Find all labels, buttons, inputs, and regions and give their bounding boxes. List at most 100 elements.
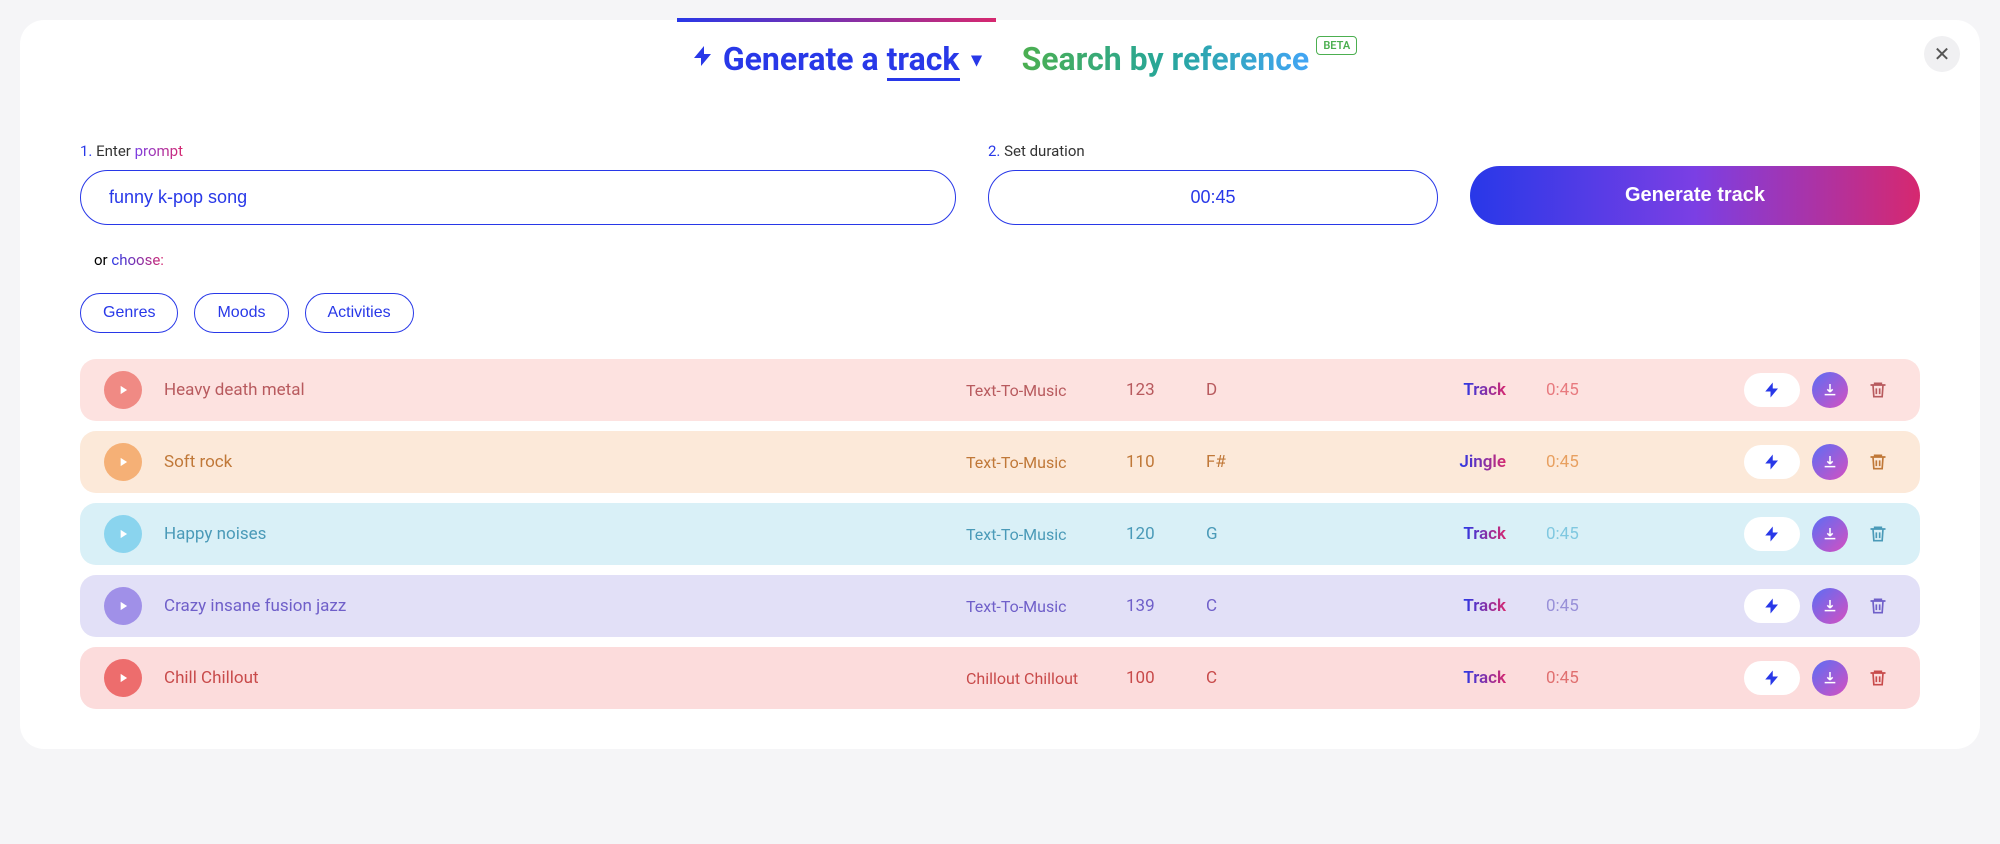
track-tags: Text-To-Music [966,453,1126,472]
chip-genres[interactable]: Genres [80,293,178,333]
bolt-icon [1763,453,1781,471]
download-button[interactable] [1812,372,1848,408]
bolt-icon [1763,525,1781,543]
track-bpm: 110 [1126,452,1206,472]
track-row: Chill Chillout Chillout Chillout 100 C T… [80,647,1920,709]
track-kind: Jingle [1286,452,1546,472]
track-key: C [1206,668,1286,688]
prompt-label: 1. Enter prompt [80,142,956,160]
play-icon [116,383,130,397]
track-duration: 0:45 [1546,452,1666,472]
track-key: F# [1206,452,1286,472]
track-duration: 0:45 [1546,524,1666,544]
play-button[interactable] [104,587,142,625]
track-kind: Track [1286,380,1546,400]
download-button[interactable] [1812,660,1848,696]
play-button[interactable] [104,371,142,409]
delete-button[interactable] [1860,588,1896,624]
track-actions [1666,516,1896,552]
delete-button[interactable] [1860,444,1896,480]
track-title: Happy noises [164,524,966,544]
trash-icon [1868,524,1888,544]
form-row: 1. Enter prompt 2. Set duration Generate… [80,138,1920,225]
delete-button[interactable] [1860,516,1896,552]
tab-generate[interactable]: Generate a track ▾ [691,40,982,78]
beta-badge: BETA [1316,36,1357,55]
track-tags: Text-To-Music [966,525,1126,544]
track-actions [1666,372,1896,408]
track-title: Crazy insane fusion jazz [164,596,966,616]
tab-generate-underline: track [887,40,960,81]
download-icon [1822,454,1838,470]
download-button[interactable] [1812,588,1848,624]
trash-icon [1868,596,1888,616]
play-icon [116,599,130,613]
track-title: Soft rock [164,452,966,472]
duration-input[interactable] [988,170,1438,225]
prompt-input[interactable] [80,170,956,225]
track-title: Heavy death metal [164,380,966,400]
download-icon [1822,598,1838,614]
bolt-icon [1763,597,1781,615]
duration-field: 2. Set duration [988,142,1438,225]
remix-button[interactable] [1744,445,1800,479]
trash-icon [1868,668,1888,688]
track-actions [1666,444,1896,480]
track-key: D [1206,380,1286,400]
chevron-down-icon: ▾ [972,47,982,71]
track-tags: Text-To-Music [966,597,1126,616]
play-icon [116,527,130,541]
play-icon [116,671,130,685]
track-actions [1666,588,1896,624]
track-tags: Text-To-Music [966,381,1126,400]
generate-field: Generate track [1470,138,1920,225]
close-icon: ✕ [1934,42,1951,67]
or-choose-label: or choose: [94,251,1920,269]
track-bpm: 120 [1126,524,1206,544]
download-button[interactable] [1812,444,1848,480]
track-title: Chill Chillout [164,668,966,688]
track-key: C [1206,596,1286,616]
play-button[interactable] [104,443,142,481]
tab-generate-label: Generate a [723,40,887,78]
download-icon [1822,382,1838,398]
bolt-icon [1763,381,1781,399]
tabs: Generate a track ▾ Search by reference B… [80,40,1920,78]
track-duration: 0:45 [1546,668,1666,688]
prompt-field: 1. Enter prompt [80,142,956,225]
chip-activities[interactable]: Activities [305,293,414,333]
remix-button[interactable] [1744,517,1800,551]
remix-button[interactable] [1744,661,1800,695]
track-duration: 0:45 [1546,380,1666,400]
track-duration: 0:45 [1546,596,1666,616]
bolt-icon [691,40,715,78]
play-button[interactable] [104,515,142,553]
track-row: Soft rock Text-To-Music 110 F# Jingle 0:… [80,431,1920,493]
track-kind: Track [1286,596,1546,616]
chips: Genres Moods Activities [80,293,1920,333]
track-key: G [1206,524,1286,544]
download-icon [1822,670,1838,686]
close-button[interactable]: ✕ [1924,36,1960,72]
duration-label: 2. Set duration [988,142,1438,160]
bolt-icon [1763,669,1781,687]
generate-track-button[interactable]: Generate track [1470,166,1920,225]
tab-search[interactable]: Search by reference BETA [1022,40,1310,78]
track-kind: Track [1286,524,1546,544]
delete-button[interactable] [1860,372,1896,408]
track-kind: Track [1286,668,1546,688]
track-row: Heavy death metal Text-To-Music 123 D Tr… [80,359,1920,421]
download-button[interactable] [1812,516,1848,552]
remix-button[interactable] [1744,373,1800,407]
track-tags: Chillout Chillout [966,669,1126,688]
generate-modal: ✕ Generate a track ▾ Search by reference… [20,20,1980,749]
track-bpm: 123 [1126,380,1206,400]
delete-button[interactable] [1860,660,1896,696]
play-icon [116,455,130,469]
play-button[interactable] [104,659,142,697]
track-bpm: 139 [1126,596,1206,616]
remix-button[interactable] [1744,589,1800,623]
chip-moods[interactable]: Moods [194,293,288,333]
trash-icon [1868,380,1888,400]
track-actions [1666,660,1896,696]
